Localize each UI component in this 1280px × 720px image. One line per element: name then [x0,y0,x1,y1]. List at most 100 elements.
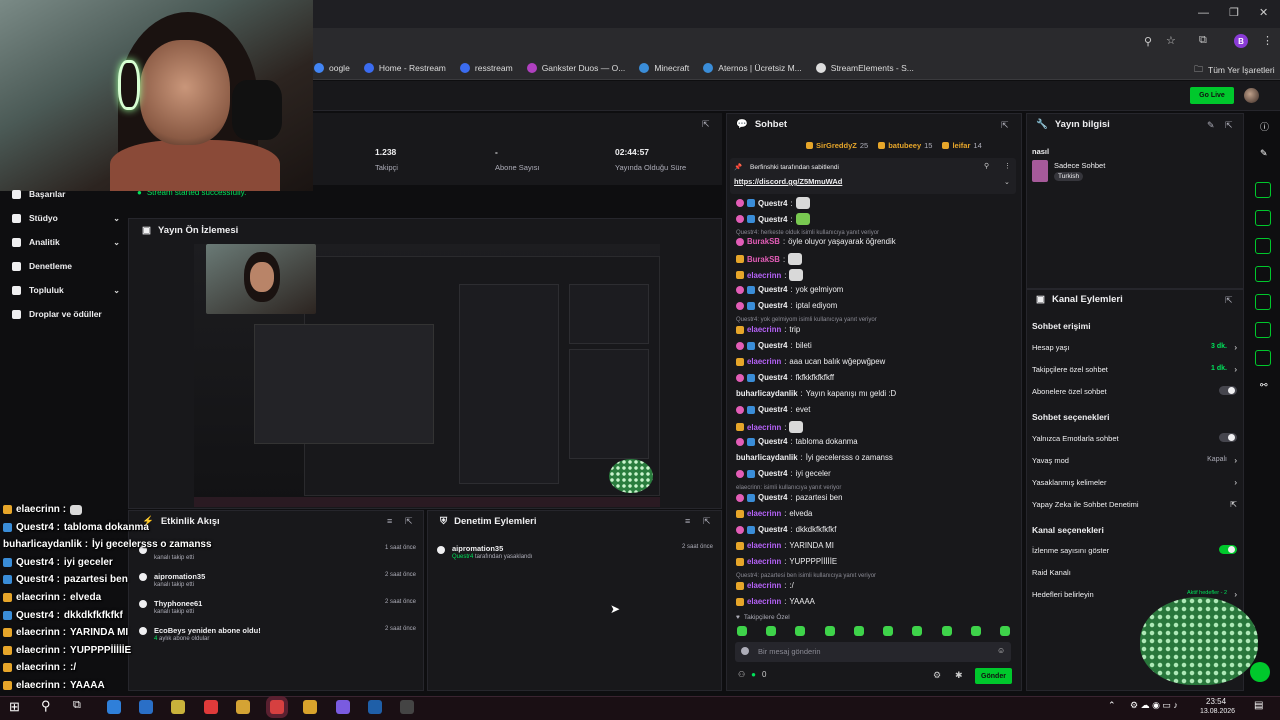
bookmark-item[interactable]: Aternos | Ücretsiz M... [703,62,802,73]
stream-category[interactable]: Sadece Sohbet [1054,161,1105,170]
chat-message[interactable]: Questr4: iptal ediyom [736,301,837,310]
top-chatter[interactable]: SirGreddyZ 25 [806,141,868,150]
sidebar-item[interactable]: Topluluk ⌄ [12,285,120,295]
taskbar-app-icon[interactable] [171,700,185,714]
sidebar-item[interactable]: Droplar ve ödüller [12,309,120,319]
action-row[interactable]: Yapay Zeka ile Sohbet Denetimi ⇱ [1032,500,1237,509]
taskbar-app-icon[interactable] [270,700,284,714]
chat-message[interactable]: Questr4: tabloma dokanma [736,437,858,446]
notification-icon[interactable]: ▤ [1254,700,1263,711]
avatar[interactable] [1244,88,1259,103]
emoji-icon[interactable]: ☺ [997,646,1005,655]
chat-message[interactable]: BurakSB: öyle oluyor yaşayarak öğrendik [736,237,896,246]
info-icon[interactable]: ⓘ [1260,120,1269,133]
popout-icon[interactable]: ⇱ [1225,295,1233,306]
send-button[interactable]: Gönder [975,668,1012,684]
chat-message[interactable]: Questr4: [736,213,810,225]
emote-icon[interactable] [737,626,747,636]
zoom-icon[interactable]: ⚲ [1144,35,1152,48]
popout-icon[interactable]: ⇱ [702,119,710,130]
taskbar-app-icon[interactable] [336,700,350,714]
chat-message[interactable]: elaecrinn: [736,269,804,281]
quick-action-icon[interactable] [1255,322,1271,338]
chat-tools-icon[interactable]: ⚇ [738,670,745,679]
emote-icon[interactable] [971,626,981,636]
bookmark-item[interactable]: Gankster Duos — O... [526,62,625,73]
quick-action-icon[interactable] [1255,350,1271,366]
edit-icon[interactable]: ✎ [1207,120,1215,131]
bookmark-item[interactable]: oogle [314,62,350,73]
quick-action-icon[interactable] [1255,266,1271,282]
emote-icon[interactable] [883,626,893,636]
chat-message[interactable]: buharlicaydanlik: Yayın kapanışı mı geldi… [736,389,896,398]
chat-message[interactable]: elaecrinn: YAAAA [736,597,815,606]
popout-icon[interactable]: ⇱ [703,516,711,527]
extensions-icon[interactable]: ⧉ [1199,34,1207,47]
quick-action-icon[interactable] [1255,294,1271,310]
star-icon[interactable]: ☆ [1166,34,1176,47]
settings-alt-icon[interactable]: ✱ [955,670,963,681]
filter-icon[interactable]: ≡ [685,516,690,526]
toggle-switch[interactable] [1219,545,1237,554]
action-row[interactable]: Raid Kanalı [1032,568,1237,577]
chat-message[interactable]: Questr4: bileti [736,341,812,350]
taskbar-app-icon[interactable] [139,700,153,714]
emote-icon[interactable] [795,626,805,636]
emote-icon[interactable] [912,626,922,636]
taskbar-app-icon[interactable] [204,700,218,714]
all-bookmarks-link[interactable]: 🗀 Tüm Yer İşaretleri [1194,62,1275,78]
action-row[interactable]: Yalnızca Emotlarla sohbet [1032,433,1237,443]
taskbar-app-icon[interactable] [303,700,317,714]
action-row[interactable]: Yavaş mod Kapalı › [1032,456,1237,465]
clock-date[interactable]: 13.08.2026 [1200,708,1235,715]
chat-message[interactable]: buharlicaydanlik: İyi gecelersss o zamans… [736,453,893,462]
taskbar-app-icon[interactable] [236,700,250,714]
bookmark-item[interactable]: StreamElements - S... [815,62,914,73]
chat-message[interactable]: BurakSB: [736,253,803,265]
gear-icon[interactable]: ⚙ [933,670,941,681]
pin-icon[interactable]: ⚲ [984,162,989,170]
minimize-icon[interactable]: — [1198,7,1209,19]
chat-message[interactable]: elaecrinn::/ [736,581,794,590]
sidebar-item[interactable]: Denetleme [12,261,120,271]
pinned-message[interactable]: 📌 Berfinshki tarafından sabitlendi https… [730,158,1016,194]
emote-icon[interactable] [825,626,835,636]
sidebar-item[interactable]: Stüdyo ⌄ [12,213,120,223]
chat-message[interactable]: Questr4: dkkdkfkfkfkf [736,525,836,534]
tray-icons[interactable]: ⚙ ☁ ◉ ▭ ♪ [1130,700,1178,711]
chat-message[interactable]: Questr4: iyi geceler [736,469,831,478]
more-icon[interactable]: ⋮ [1004,162,1011,170]
action-row[interactable]: Takipçilere özel sohbet 1 dk. › [1032,365,1237,374]
sidebar-item[interactable]: Başarılar [12,189,120,199]
task-view-icon[interactable]: ⧉ [73,699,81,712]
emote-icon[interactable] [854,626,864,636]
clock-time[interactable]: 23:54 [1206,697,1226,706]
chat-message[interactable]: elaecrinn: elveda [736,509,812,518]
action-row[interactable]: İzlenme sayısını göster [1032,545,1237,555]
pen-icon[interactable]: ✎ [1260,148,1268,159]
chat-message[interactable]: elaecrinn: [736,421,804,433]
action-row[interactable]: Hesap yaşı 3 dk. › [1032,343,1237,352]
windows-start-icon[interactable]: ⊞ [9,699,20,715]
stream-tag[interactable]: Turkish [1054,172,1084,181]
pinned-link[interactable]: https://discord.gg/Z5MmuWAd [734,177,842,186]
popout-icon[interactable]: ⇱ [1001,120,1009,131]
profile-icon[interactable]: B [1234,34,1248,48]
emote-icon[interactable] [942,626,952,636]
bookmark-item[interactable]: Home - Restream [363,62,446,73]
action-row[interactable]: Abonelere özel sohbet [1032,386,1237,396]
search-icon[interactable]: ⚲ [41,698,51,714]
chevron-down-icon[interactable]: ⌄ [1004,178,1010,186]
chat-message[interactable]: Questr4: pazartesi ben [736,493,842,502]
channel-points-icon[interactable]: ● [751,670,756,679]
quick-action-icon[interactable] [1255,182,1271,198]
chat-message[interactable]: Questr4: evet [736,405,810,414]
top-chatter[interactable]: leifar 14 [942,141,982,150]
toggle-switch[interactable] [1219,433,1237,442]
taskbar-app-icon[interactable] [400,700,414,714]
taskbar-app-icon[interactable] [107,700,121,714]
quick-action-icon[interactable] [1255,210,1271,226]
filter-icon[interactable]: ≡ [387,516,392,526]
chat-message[interactable]: Questr4: yok gelmiyom [736,285,843,294]
taskbar-app-icon[interactable] [368,700,382,714]
